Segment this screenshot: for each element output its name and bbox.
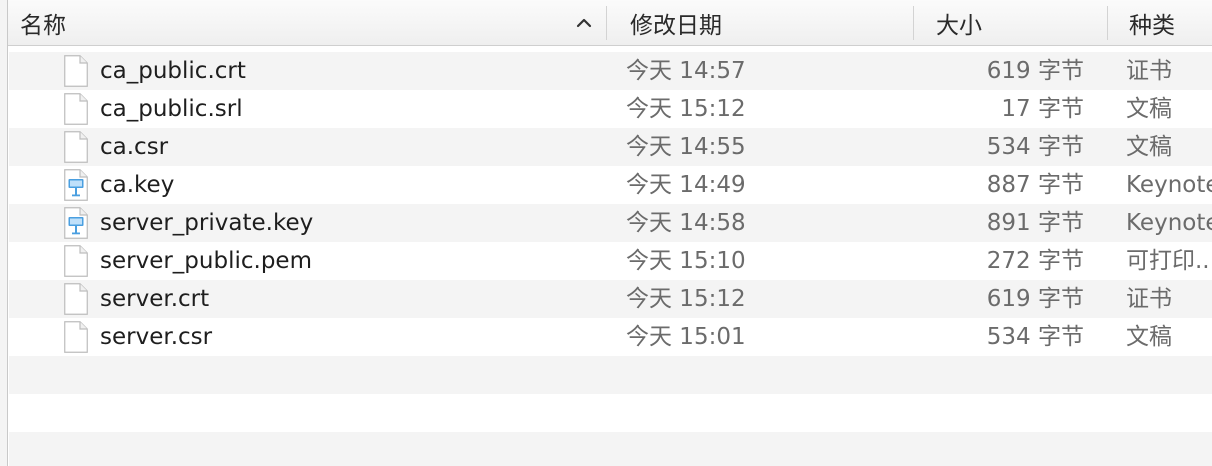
file-name: ca.key xyxy=(100,172,175,198)
file-date: 今天 14:57 xyxy=(626,58,746,84)
column-divider[interactable] xyxy=(606,6,607,40)
file-row[interactable]: server.crt 今天 15:12 619 字节 证书 xyxy=(9,280,1212,318)
column-header-kind-label: 种类 xyxy=(1129,12,1175,39)
file-kind: 可打印... xyxy=(1126,248,1212,274)
sort-ascending-icon[interactable] xyxy=(573,12,595,34)
file-date: 今天 15:12 xyxy=(626,286,746,312)
file-kind: 证书 xyxy=(1126,58,1172,84)
file-name: ca_public.srl xyxy=(100,96,243,122)
file-date: 今天 14:58 xyxy=(626,210,746,236)
column-header-name[interactable]: 名称 xyxy=(20,0,610,45)
file-name: server.csr xyxy=(100,324,213,350)
file-date: 今天 15:10 xyxy=(626,248,746,274)
file-date: 今天 15:12 xyxy=(626,96,746,122)
column-divider[interactable] xyxy=(1107,6,1108,40)
document-icon xyxy=(64,93,88,125)
document-icon xyxy=(64,321,88,353)
file-row[interactable]: server.csr 今天 15:01 534 字节 文稿 xyxy=(9,318,1212,356)
column-divider[interactable] xyxy=(913,6,914,40)
file-size: 887 字节 xyxy=(986,172,1084,198)
keynote-icon xyxy=(64,169,88,201)
keynote-icon xyxy=(64,207,88,239)
file-size: 891 字节 xyxy=(986,210,1084,236)
window-left-edge xyxy=(0,0,8,466)
document-icon xyxy=(64,245,88,277)
file-name: ca_public.crt xyxy=(100,58,246,84)
empty-row xyxy=(9,394,1212,432)
document-icon xyxy=(64,283,88,315)
file-row[interactable]: ca_public.crt 今天 14:57 619 字节 证书 xyxy=(9,52,1212,90)
file-size: 272 字节 xyxy=(986,248,1084,274)
file-date: 今天 14:55 xyxy=(626,134,746,160)
document-icon xyxy=(64,131,88,163)
column-header-kind[interactable]: 种类 xyxy=(1129,0,1212,45)
file-row[interactable]: server_private.key 今天 14:58 891 字节 Keyno… xyxy=(9,204,1212,242)
file-size: 534 字节 xyxy=(986,324,1084,350)
file-kind: 证书 xyxy=(1126,286,1172,312)
file-name: server.crt xyxy=(100,286,210,312)
file-kind: 文稿 xyxy=(1126,96,1172,122)
file-size: 619 字节 xyxy=(986,58,1084,84)
file-kind: Keynote xyxy=(1126,172,1212,198)
file-kind: 文稿 xyxy=(1126,324,1172,350)
file-size: 619 字节 xyxy=(986,286,1084,312)
file-list: ca_public.crt 今天 14:57 619 字节 证书 ca_publ… xyxy=(9,52,1212,466)
column-header-bar: 名称 修改日期 大小 种类 xyxy=(8,0,1212,46)
file-size: 17 字节 xyxy=(1001,96,1084,122)
file-name: server_public.pem xyxy=(100,248,312,274)
file-row[interactable]: ca_public.srl 今天 15:12 17 字节 文稿 xyxy=(9,90,1212,128)
file-row[interactable]: server_public.pem 今天 15:10 272 字节 可打印... xyxy=(9,242,1212,280)
file-kind: Keynote xyxy=(1126,210,1212,236)
file-date: 今天 15:01 xyxy=(626,324,746,350)
file-row[interactable]: ca.key 今天 14:49 887 字节 Keynote xyxy=(9,166,1212,204)
file-date: 今天 14:49 xyxy=(626,172,746,198)
column-header-date[interactable]: 修改日期 xyxy=(630,0,910,45)
column-header-name-label: 名称 xyxy=(20,12,66,39)
finder-list-view: 名称 修改日期 大小 种类 ca_public.crt 今天 14:57 619… xyxy=(0,0,1212,466)
document-icon xyxy=(64,55,88,87)
file-name: ca.csr xyxy=(100,134,169,160)
file-row[interactable]: ca.csr 今天 14:55 534 字节 文稿 xyxy=(9,128,1212,166)
file-name: server_private.key xyxy=(100,210,314,236)
file-size: 534 字节 xyxy=(986,134,1084,160)
column-header-size[interactable]: 大小 xyxy=(936,0,1106,45)
file-kind: 文稿 xyxy=(1126,134,1172,160)
column-header-size-label: 大小 xyxy=(936,12,982,39)
empty-row xyxy=(9,432,1212,466)
column-header-date-label: 修改日期 xyxy=(630,12,722,39)
empty-row xyxy=(9,356,1212,394)
